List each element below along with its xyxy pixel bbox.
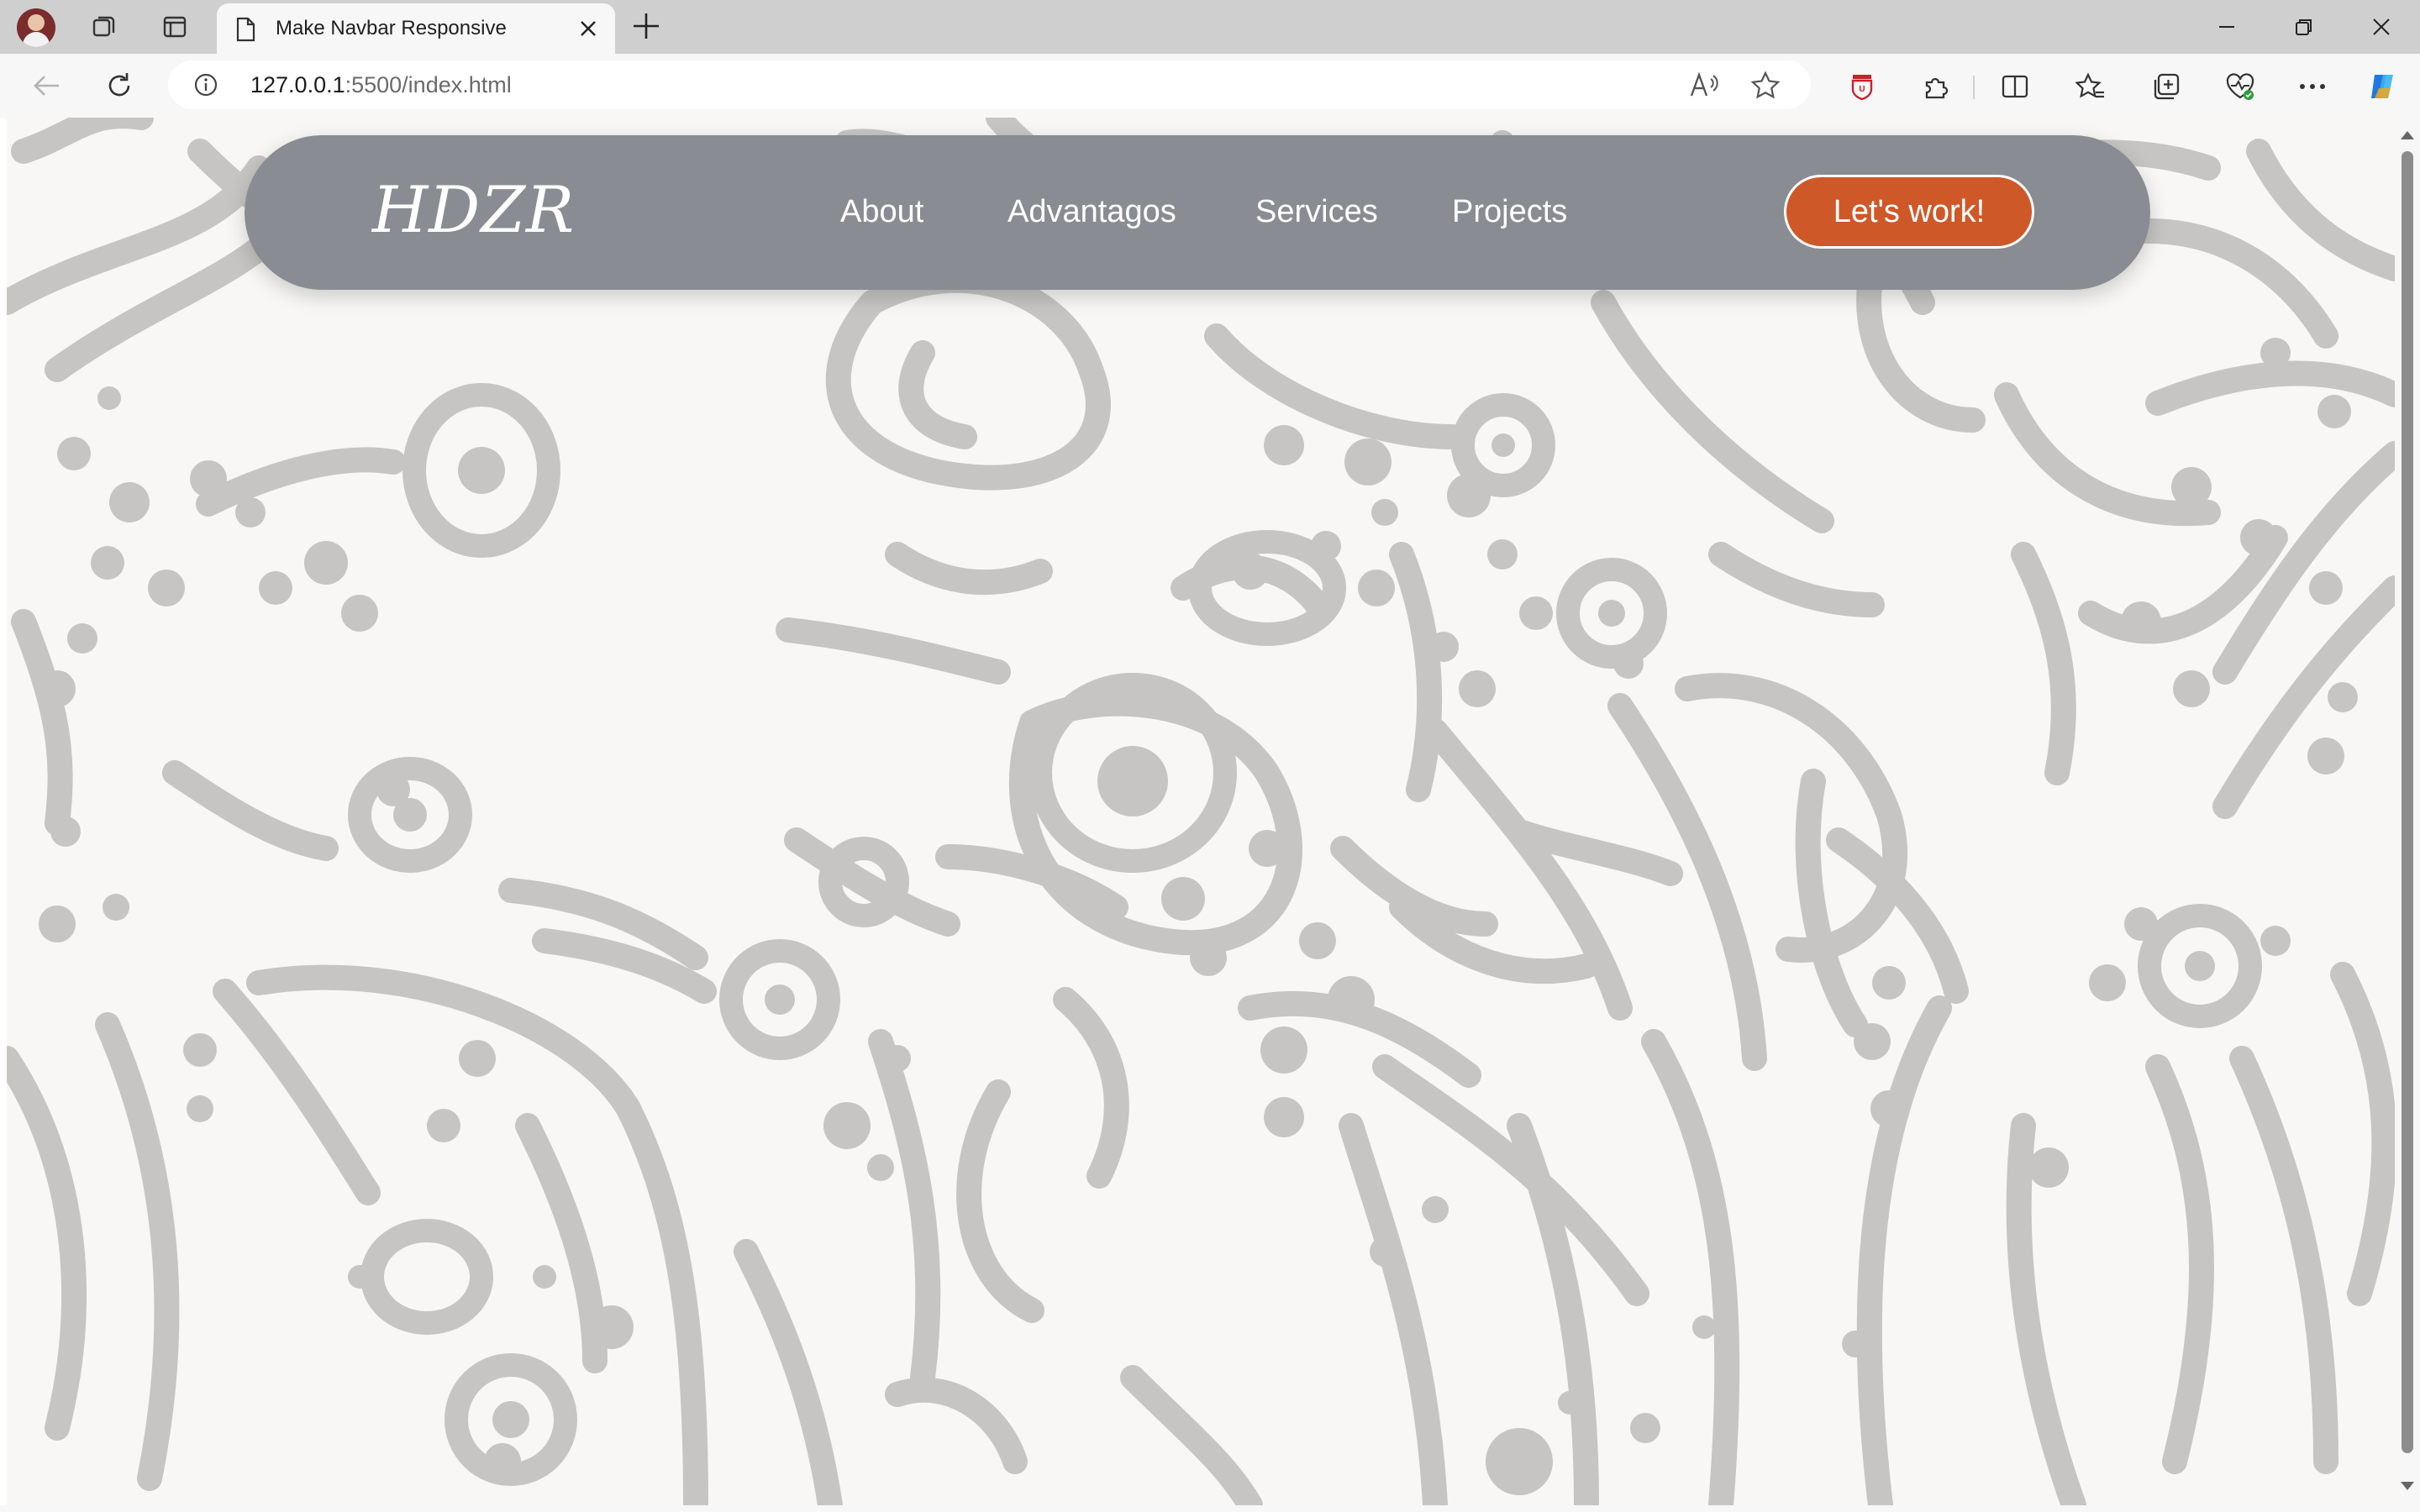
plus-icon[interactable] (630, 10, 662, 46)
nav-link-about[interactable]: About (840, 194, 923, 230)
nav-link-projects[interactable]: Projects (1452, 194, 1567, 230)
page-viewport: HDZR About Advantagos Services Projects … (7, 118, 2395, 1505)
toolbar-separator (1973, 76, 1975, 99)
address-bar[interactable]: 127.0.0.1:5500/index.html (168, 60, 1811, 109)
back-arrow-icon[interactable] (29, 69, 66, 102)
scrollbar-thumb[interactable] (2402, 151, 2413, 1453)
split-screen-icon[interactable] (1998, 71, 2032, 102)
more-icon[interactable] (2296, 71, 2329, 102)
page-scrollbar[interactable] (2395, 118, 2420, 1505)
url-path: :5500/index.html (345, 72, 512, 97)
window-bottom-frame (0, 1505, 2420, 1512)
restore-icon[interactable] (2279, 12, 2329, 42)
site-navbar: HDZR About Advantagos Services Projects … (245, 135, 2150, 290)
url-host: 127.0.0.1 (250, 72, 345, 97)
workspaces-icon[interactable] (87, 10, 121, 44)
browser-tab-bar: Make Navbar Responsive (0, 0, 2420, 54)
lets-work-button[interactable]: Let's work! (1784, 175, 2034, 249)
scroll-up-arrow-icon[interactable] (2400, 129, 2415, 144)
nav-link-advantagos[interactable]: Advantagos (1007, 194, 1176, 230)
active-tab[interactable]: Make Navbar Responsive (217, 3, 615, 54)
puzzle-extensions-icon[interactable] (1919, 71, 1953, 102)
site-logo[interactable]: HDZR (372, 172, 575, 247)
copilot-icon[interactable] (2366, 71, 2400, 102)
favorites-icon[interactable] (2074, 71, 2107, 102)
svg-text:U: U (1859, 85, 1865, 94)
minimize-icon[interactable] (2202, 12, 2252, 42)
document-icon (235, 17, 255, 46)
info-icon[interactable] (193, 72, 218, 102)
shield-extension-icon[interactable]: U (1845, 71, 1879, 102)
vertical-tabs-icon[interactable] (158, 10, 192, 44)
browser-toolbar: 127.0.0.1:5500/index.html U (0, 54, 2420, 118)
abstract-pattern-background (7, 118, 2395, 1505)
nav-link-services[interactable]: Services (1255, 194, 1378, 230)
close-tab-icon[interactable] (578, 18, 598, 43)
browser-essentials-icon[interactable] (2223, 71, 2257, 102)
profile-avatar[interactable] (17, 8, 55, 47)
star-icon[interactable] (1750, 71, 1781, 103)
close-window-icon[interactable] (2356, 12, 2407, 42)
scroll-down-arrow-icon[interactable] (2400, 1480, 2415, 1495)
tab-title: Make Navbar Responsive (276, 17, 507, 39)
refresh-icon[interactable] (101, 69, 138, 102)
read-aloud-icon[interactable] (1689, 71, 1719, 103)
collections-icon[interactable] (2149, 71, 2183, 102)
url-text: 127.0.0.1:5500/index.html (250, 72, 512, 98)
